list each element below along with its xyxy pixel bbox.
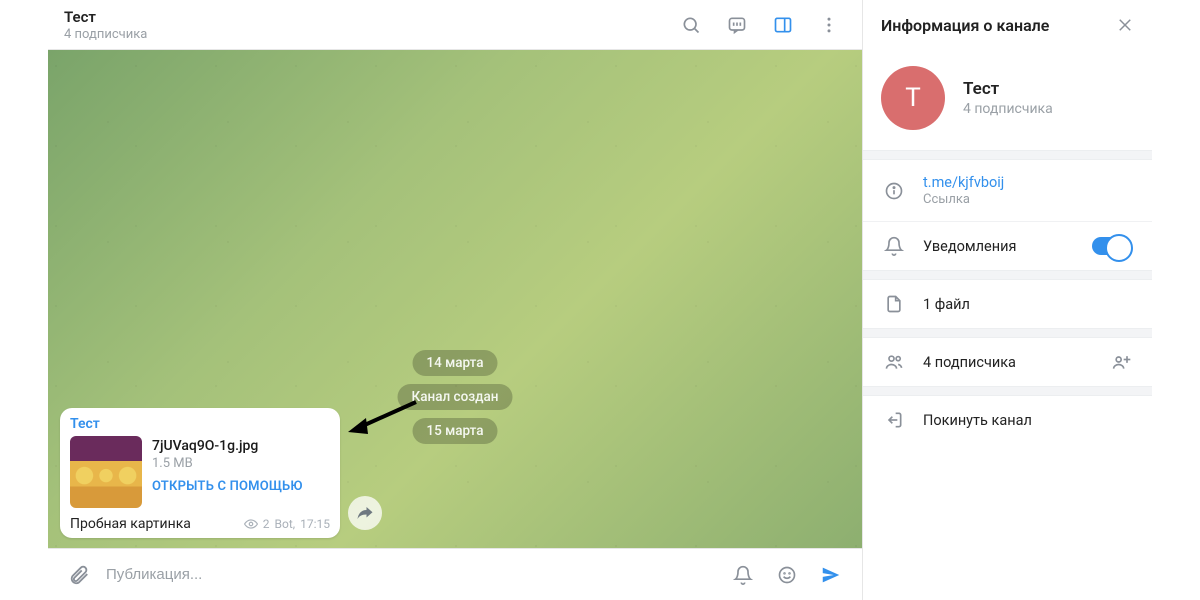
members-icon <box>883 352 905 372</box>
message-meta: 2 Bot, 17:15 <box>244 517 330 531</box>
attach-icon[interactable] <box>62 558 96 592</box>
message-bottom: Пробная картинка 2 Bot, 17:15 <box>70 516 330 532</box>
sidebar-toggle-icon[interactable] <box>766 8 800 42</box>
message-author: Bot, <box>275 517 296 531</box>
files-label: 1 файл <box>923 296 970 313</box>
date-pill: 14 марта <box>412 350 497 376</box>
file-attachment[interactable]: 7jUVaq9O-1g.jpg 1.5 MB ОТКРЫТЬ С ПОМОЩЬЮ <box>70 436 330 508</box>
chat-header: Тест 4 подписчика <box>48 0 862 50</box>
notifications-row[interactable]: Уведомления <box>863 221 1152 270</box>
leave-label: Покинуть канал <box>923 412 1032 429</box>
members-row[interactable]: 4 подписчика <box>863 338 1152 386</box>
file-size: 1.5 MB <box>152 456 303 471</box>
outer-right-gutter <box>1152 0 1200 600</box>
chat-title: Тест <box>64 8 674 26</box>
search-icon[interactable] <box>674 8 708 42</box>
date-pill: 15 марта <box>412 418 497 444</box>
sidebar-separator <box>863 150 1152 160</box>
eye-icon <box>244 517 258 531</box>
message-caption: Пробная картинка <box>70 516 191 532</box>
view-count: 2 <box>263 517 270 531</box>
send-icon[interactable] <box>814 558 848 592</box>
chat-subscribers: 4 подписчика <box>64 27 674 42</box>
sidebar-title: Информация о канале <box>881 16 1049 35</box>
info-icon <box>883 181 905 201</box>
bell-icon <box>883 236 905 256</box>
outer-left-gutter <box>0 0 48 600</box>
file-info: 7jUVaq9O-1g.jpg 1.5 MB ОТКРЫТЬ С ПОМОЩЬЮ <box>152 436 303 494</box>
notifications-label: Уведомления <box>923 238 1016 255</box>
close-icon[interactable] <box>1116 16 1134 34</box>
files-row[interactable]: 1 файл <box>863 280 1152 328</box>
message-time: 17:15 <box>300 517 330 531</box>
chat-body: 14 марта Канал создан 15 марта Тест 7jUV… <box>48 50 862 548</box>
leave-icon <box>883 410 905 430</box>
channel-avatar: Т <box>881 66 945 130</box>
file-name: 7jUVaq9O-1g.jpg <box>152 438 303 454</box>
channel-name: Тест <box>963 79 1053 99</box>
mute-icon[interactable] <box>726 558 760 592</box>
composer <box>48 548 862 600</box>
channel-hero[interactable]: Т Тест 4 подписчика <box>863 50 1152 150</box>
file-thumbnail[interactable] <box>70 436 142 508</box>
chat-main: Тест 4 подписчика 14 марта Канал создан … <box>48 0 862 600</box>
info-sidebar: Информация о канале Т Тест 4 подписчика … <box>862 0 1152 600</box>
share-button[interactable] <box>348 496 382 530</box>
chat-header-titles[interactable]: Тест 4 подписчика <box>64 8 674 42</box>
more-menu-icon[interactable] <box>812 8 846 42</box>
file-message[interactable]: Тест 7jUVaq9O-1g.jpg 1.5 MB ОТКРЫТЬ С ПО… <box>60 408 340 538</box>
sidebar-separator <box>863 328 1152 338</box>
open-with-button[interactable]: ОТКРЫТЬ С ПОМОЩЬЮ <box>152 479 303 494</box>
leave-channel-row[interactable]: Покинуть канал <box>863 396 1152 444</box>
sidebar-header: Информация о канале <box>863 0 1152 50</box>
sidebar-separator <box>863 386 1152 396</box>
header-actions <box>674 8 846 42</box>
comments-icon[interactable] <box>720 8 754 42</box>
members-label: 4 подписчика <box>923 354 1016 371</box>
channel-link[interactable]: t.me/kjfvboij <box>923 174 1004 191</box>
channel-link-row[interactable]: t.me/kjfvboij Ссылка <box>863 160 1152 221</box>
composer-input[interactable] <box>106 566 716 583</box>
notifications-toggle[interactable] <box>1092 237 1132 255</box>
link-col: t.me/kjfvboij Ссылка <box>923 174 1004 207</box>
file-icon <box>883 294 905 314</box>
channel-subscribers: 4 подписчика <box>963 101 1053 117</box>
sidebar-separator <box>863 270 1152 280</box>
message-sender[interactable]: Тест <box>70 416 330 432</box>
link-label: Ссылка <box>923 192 1004 207</box>
emoji-icon[interactable] <box>770 558 804 592</box>
add-member-icon[interactable] <box>1112 352 1132 372</box>
annotation-arrow <box>348 398 418 438</box>
channel-hero-text: Тест 4 подписчика <box>963 79 1053 117</box>
